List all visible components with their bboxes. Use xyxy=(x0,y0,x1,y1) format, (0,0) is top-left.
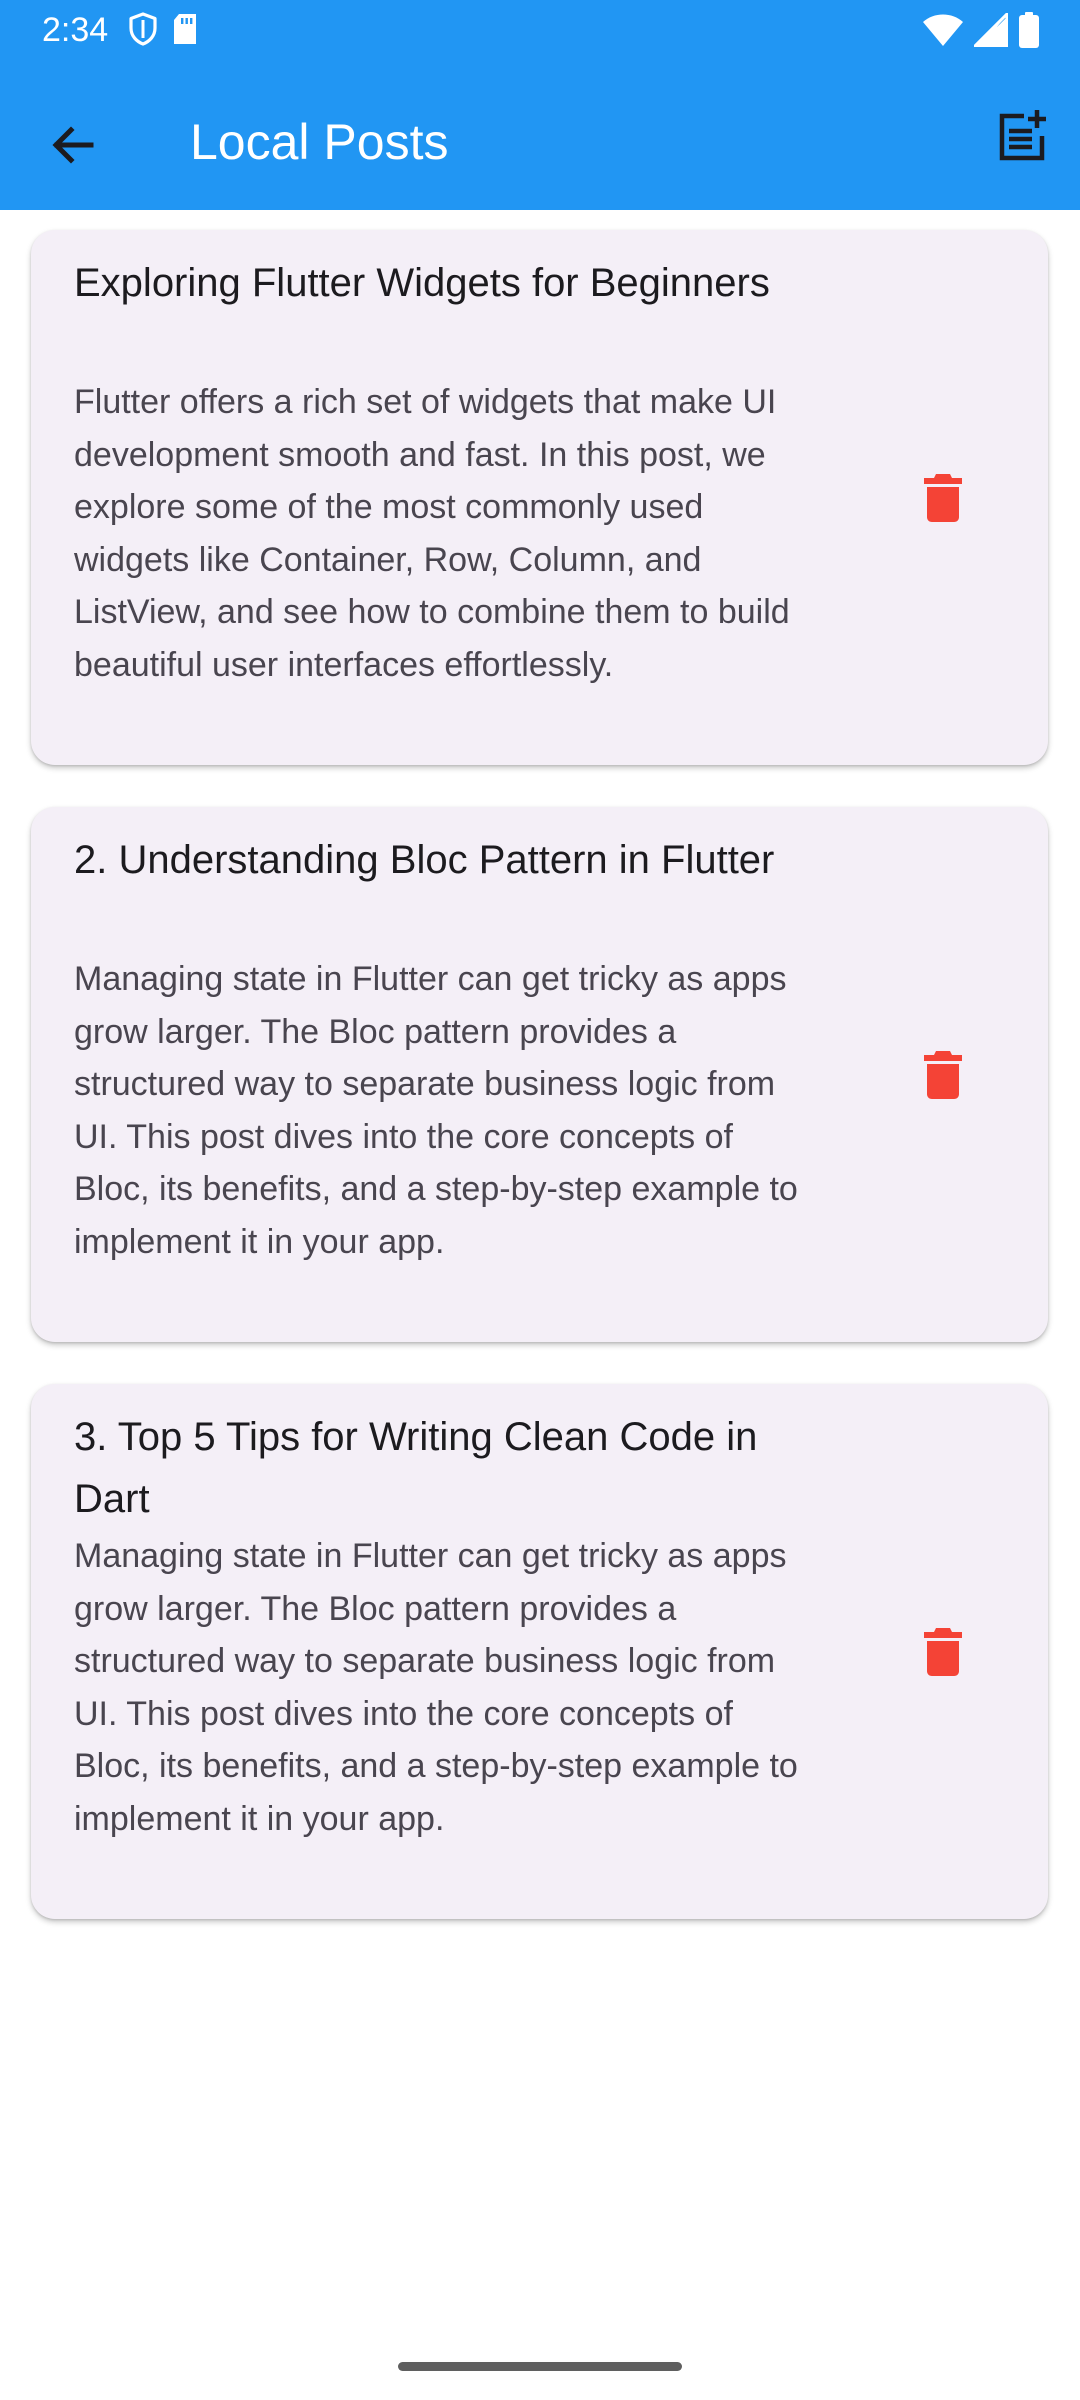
back-button[interactable] xyxy=(30,102,116,188)
delete-button[interactable] xyxy=(893,448,993,548)
post-title: Exploring Flutter Widgets for Beginners xyxy=(74,261,770,305)
delete-button[interactable] xyxy=(893,1602,993,1702)
post-card[interactable]: 2. Understanding Bloc Pattern in Flutter… xyxy=(31,807,1048,1342)
post-add-icon xyxy=(999,110,1046,161)
signal-icon xyxy=(973,12,1009,52)
delete-button[interactable] xyxy=(893,1025,993,1125)
status-time: 2:34 xyxy=(42,11,109,49)
post-body: Managing state in Flutter can get tricky… xyxy=(74,1537,798,1838)
add-post-button[interactable] xyxy=(984,98,1060,174)
post-card[interactable]: Exploring Flutter Widgets for Beginners … xyxy=(31,230,1048,765)
delete-icon xyxy=(924,474,962,522)
status-right-icons xyxy=(922,12,1040,53)
post-title: 2. Understanding Bloc Pattern in Flutter xyxy=(74,838,775,882)
app-bar: Local Posts xyxy=(0,62,1080,210)
delete-icon xyxy=(924,1628,962,1676)
shield-icon xyxy=(128,12,158,51)
post-body: Managing state in Flutter can get tricky… xyxy=(74,960,798,1261)
home-indicator[interactable] xyxy=(398,2362,682,2371)
battery-icon xyxy=(1018,12,1040,53)
delete-icon xyxy=(924,1051,962,1099)
post-body: Flutter offers a rich set of widgets tha… xyxy=(74,383,790,684)
status-left-icons xyxy=(128,12,198,51)
wifi-icon xyxy=(922,13,964,52)
status-bar: 2:34 xyxy=(0,0,1080,62)
page-title: Local Posts xyxy=(190,114,449,170)
sd-card-icon xyxy=(172,13,198,50)
post-card[interactable]: 3. Top 5 Tips for Writing Clean Code in … xyxy=(31,1384,1048,1919)
post-title: 3. Top 5 Tips for Writing Clean Code in … xyxy=(74,1415,758,1521)
arrow-back-icon xyxy=(52,126,94,164)
